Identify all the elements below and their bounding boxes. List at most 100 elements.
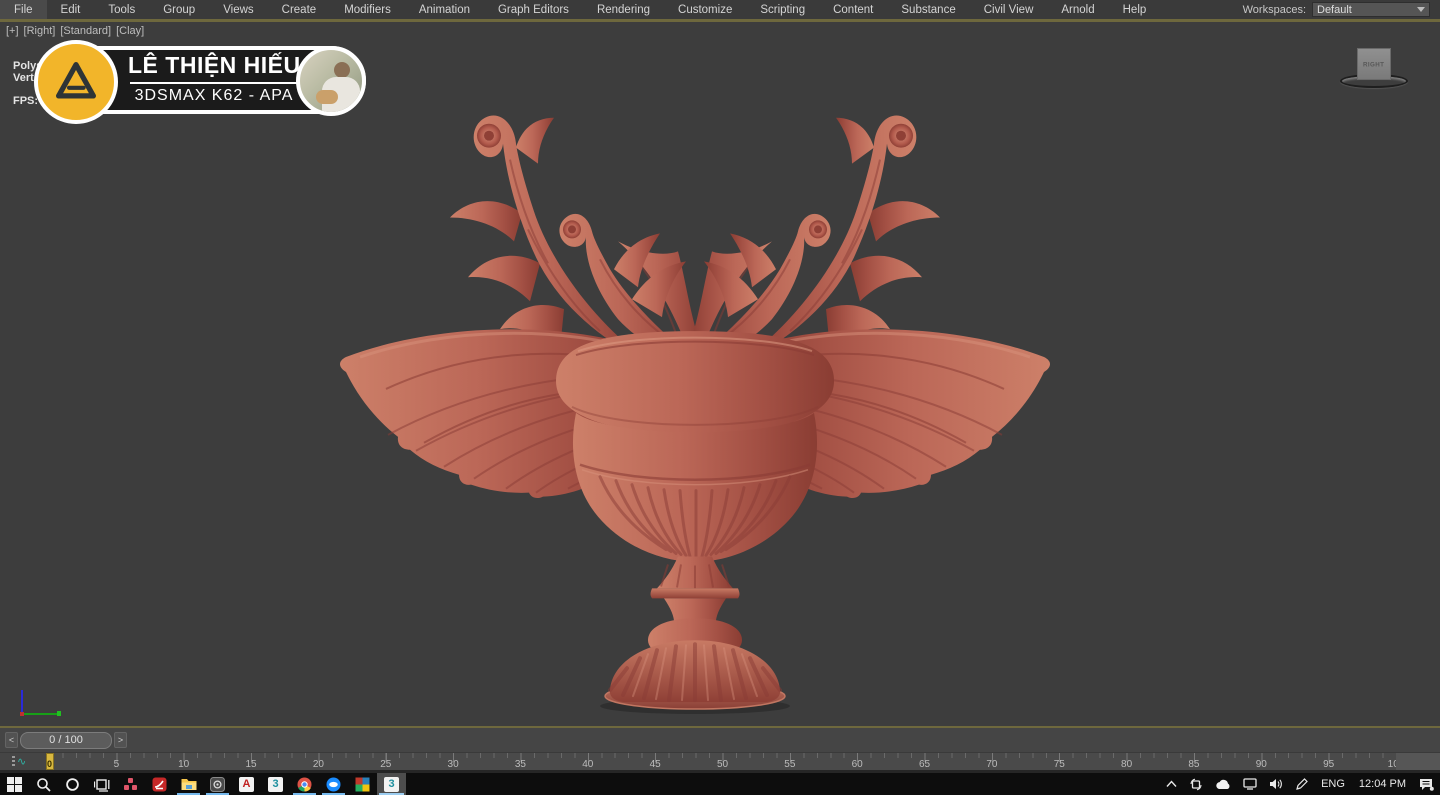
watermark-badge: LÊ THIỆN HIẾU 3DSMAX K62 - APA: [36, 44, 366, 116]
triangle-logo-icon: [34, 40, 118, 124]
curve-wave-icon: ∿: [17, 757, 26, 767]
frame-ruler[interactable]: 0510152025303540455055606570758085909510…: [49, 753, 1396, 770]
red-nodes-app-icon: [123, 777, 138, 792]
previous-frame-button[interactable]: <: [5, 732, 18, 748]
menu-item[interactable]: Graph Editors: [484, 0, 583, 19]
menu-item[interactable]: Animation: [405, 0, 484, 19]
onedrive-tray-button[interactable]: [1209, 773, 1237, 795]
menu-item[interactable]: Substance: [887, 0, 969, 19]
autocad-button[interactable]: A: [232, 773, 261, 795]
world-axis-tripod: [18, 690, 68, 720]
menu-item[interactable]: File: [0, 0, 47, 19]
badge-divider: [130, 82, 298, 84]
menu-item[interactable]: Views: [209, 0, 267, 19]
workspace-select[interactable]: Default: [1312, 2, 1430, 17]
time-slider-handle[interactable]: 0 / 100: [20, 732, 112, 749]
system-tray: ENG 12:04 PM: [1160, 773, 1440, 795]
autocad-icon: A: [239, 777, 254, 792]
3ds-max-icon: 3: [268, 777, 283, 792]
tray-chevron-button[interactable]: [1160, 773, 1183, 795]
menu-item[interactable]: Customize: [664, 0, 746, 19]
cortana-button[interactable]: [58, 773, 87, 795]
menu-item[interactable]: Scripting: [746, 0, 819, 19]
folder-icon: [181, 777, 197, 791]
frame-number: 5: [114, 759, 120, 770]
clock[interactable]: 12:04 PM: [1352, 773, 1413, 795]
menu-item[interactable]: Help: [1109, 0, 1161, 19]
next-frame-button[interactable]: >: [114, 732, 127, 748]
viewport-label: [+] [Right] [Standard] [Clay]: [6, 25, 144, 37]
chevron-up-icon: [1166, 780, 1177, 788]
ruler-end-cap: [1396, 753, 1440, 770]
frame-number: 50: [717, 759, 728, 770]
frame-number: 55: [784, 759, 795, 770]
winrar-button[interactable]: [348, 773, 377, 795]
red-nodes-app-button[interactable]: [116, 773, 145, 795]
task-view-icon: [94, 777, 110, 792]
device-sync-tray-button[interactable]: [1183, 773, 1209, 795]
menu-item[interactable]: Modifiers: [330, 0, 405, 19]
screenshot-tool-icon: [210, 777, 225, 792]
file-explorer-button[interactable]: [174, 773, 203, 795]
frame-number: 90: [1256, 759, 1267, 770]
menu-item[interactable]: Content: [819, 0, 887, 19]
avatar: [296, 46, 366, 116]
network-tray-button[interactable]: [1237, 773, 1263, 795]
frame-number: 80: [1121, 759, 1132, 770]
frame-number: 70: [986, 759, 997, 770]
menu-items: FileEditToolsGroupViewsCreateModifiersAn…: [0, 0, 1160, 19]
menu-item[interactable]: Group: [149, 0, 209, 19]
current-frame-marker[interactable]: 0: [46, 753, 54, 770]
action-center-button[interactable]: [1413, 773, 1440, 795]
viewport-label-part[interactable]: [+]: [6, 25, 19, 37]
frame-number: 40: [582, 759, 593, 770]
3ds-max-active-icon: 3: [384, 777, 399, 792]
menu-item[interactable]: Arnold: [1047, 0, 1108, 19]
task-view-button[interactable]: [87, 773, 116, 795]
screenshot-tool-button[interactable]: [203, 773, 232, 795]
badge-subtitle: 3DSMAX K62 - APA: [128, 87, 300, 105]
red-swoosh-app-icon: [152, 777, 167, 792]
frame-number: 10: [178, 759, 189, 770]
time-slider-row: < 0 / 100 >: [0, 728, 1440, 752]
viewport-label-part[interactable]: [Right]: [24, 25, 56, 37]
zalo-button[interactable]: [319, 773, 348, 795]
clay-model-3d: [0, 22, 1440, 726]
viewcube-face[interactable]: RIGHT: [1357, 48, 1391, 80]
zalo-icon: [326, 777, 341, 792]
search-button[interactable]: [29, 773, 58, 795]
viewcube[interactable]: RIGHT: [1336, 46, 1412, 102]
cloud-icon: [1215, 779, 1231, 790]
viewport-label-part[interactable]: [Standard]: [60, 25, 111, 37]
y-axis-tip: [57, 711, 61, 716]
menu-item[interactable]: Rendering: [583, 0, 664, 19]
start-button[interactable]: [0, 773, 29, 795]
language-indicator[interactable]: ENG: [1314, 773, 1352, 795]
frame-number: 25: [380, 759, 391, 770]
chrome-button[interactable]: [290, 773, 319, 795]
axis-origin: [20, 712, 24, 716]
windows-logo-icon: [7, 777, 22, 792]
device-sync-icon: [1189, 778, 1203, 791]
track-bar[interactable]: ∿ 05101520253035404550556065707580859095…: [0, 752, 1440, 770]
menu-item[interactable]: Tools: [94, 0, 149, 19]
red-swoosh-app-button[interactable]: [145, 773, 174, 795]
menu-item[interactable]: Civil View: [970, 0, 1048, 19]
pen-icon: [1295, 778, 1308, 791]
windows-ink-tray-button[interactable]: [1289, 773, 1314, 795]
viewport-label-part[interactable]: [Clay]: [116, 25, 144, 37]
mini-curve-editor-button[interactable]: ∿: [0, 753, 46, 770]
volume-icon: [1269, 778, 1283, 790]
3ds-max-active-button[interactable]: 3: [377, 773, 406, 795]
menu-bar: FileEditToolsGroupViewsCreateModifiersAn…: [0, 0, 1440, 19]
frame-number: 95: [1323, 759, 1334, 770]
viewport-canvas[interactable]: [+][Right][Standard][Clay] Polys: Verts:…: [0, 22, 1440, 726]
3ds-max-button[interactable]: 3: [261, 773, 290, 795]
action-center-icon: [1419, 778, 1434, 791]
taskbar: A 3 3: [0, 773, 1440, 795]
volume-tray-button[interactable]: [1263, 773, 1289, 795]
menu-item[interactable]: Create: [268, 0, 331, 19]
chevron-down-icon: [1417, 7, 1425, 12]
menu-item[interactable]: Edit: [47, 0, 95, 19]
y-axis: [21, 713, 59, 715]
